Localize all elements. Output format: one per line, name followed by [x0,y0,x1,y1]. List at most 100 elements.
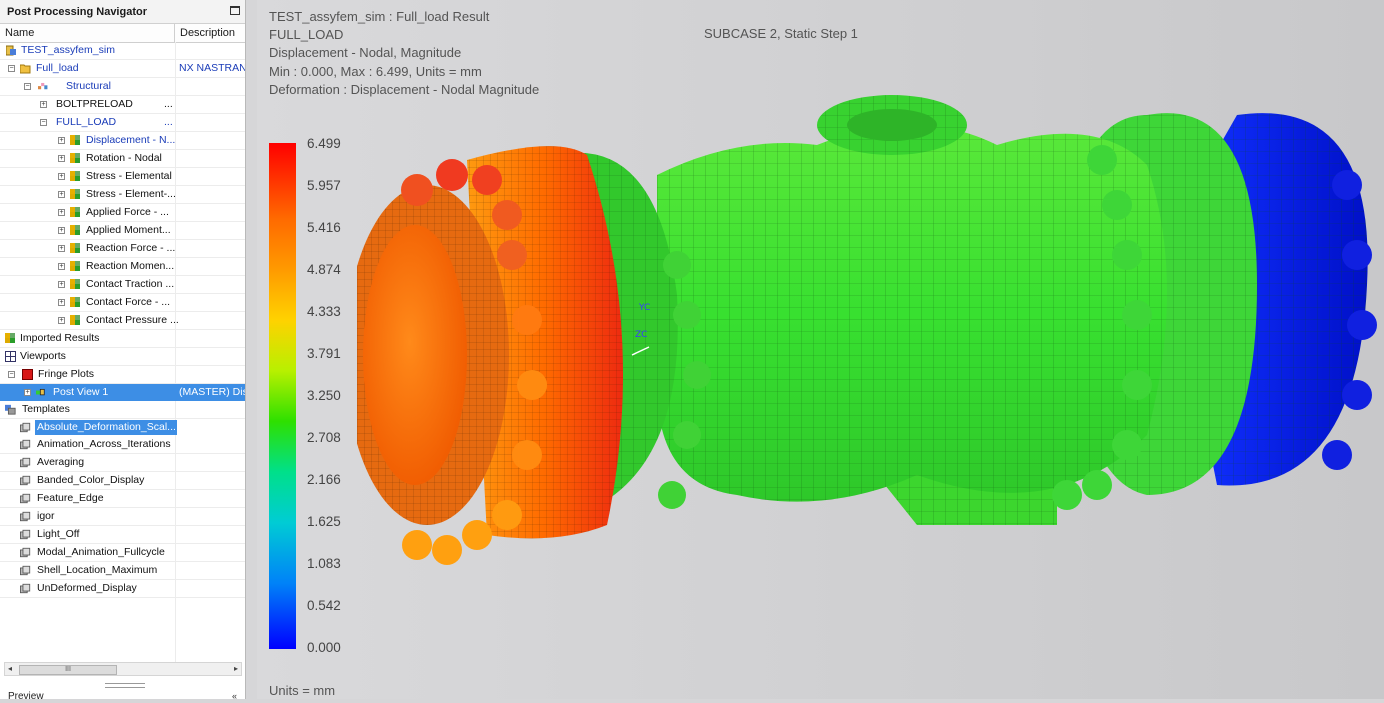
tree-item-template-shell-location[interactable]: Shell_Location_Maximum [0,562,245,580]
navigator-title-bar: Post Processing Navigator [0,0,245,24]
tree-item-description: NX NASTRAN, [179,62,245,74]
tree-item-label: Imported Results [20,332,100,344]
tree-item-stress-element-nodal[interactable]: + Stress - Element-... [0,186,245,204]
result-icon [70,153,80,163]
tree-item-label: Absolute_Deformation_Scal... [35,420,177,435]
scrollbar-thumb[interactable]: III [19,665,117,675]
tree-item-sim[interactable]: TEST_assyfem_sim [0,42,245,60]
tree-item-template-feature-edge[interactable]: Feature_Edge [0,490,245,508]
tree-item-label: BOLTPRELOAD [56,98,133,110]
expand-icon[interactable]: + [58,191,65,198]
expand-icon[interactable]: + [58,155,65,162]
result-icon [70,171,80,181]
tree-item-templates[interactable]: Templates [0,401,245,419]
tree-item-ellipsis[interactable]: ... [162,97,175,112]
imported-results-icon [5,333,15,343]
expand-icon[interactable]: + [58,209,65,216]
collapse-icon[interactable]: − [24,83,31,90]
tree-item-boltpreload[interactable]: + BOLTPRELOAD ... [0,96,245,114]
template-icon [20,565,31,576]
tree-item-reaction-force[interactable]: + Reaction Force - ... [0,240,245,258]
collapse-icon[interactable]: − [8,65,15,72]
collapse-icon[interactable]: − [8,371,15,378]
tree-item-template-light-off[interactable]: Light_Off [0,526,245,544]
tree-item-structural[interactable]: − Structural [0,78,245,96]
column-name[interactable]: Name [0,24,175,42]
tree-item-post-view-1[interactable]: + Post View 1 (MASTER) Disp [0,384,245,401]
expand-icon[interactable]: + [58,281,65,288]
tree-item-label: Modal_Animation_Fullcycle [37,546,165,558]
tree-item-template-banded[interactable]: Banded_Color_Display [0,472,245,490]
tree-item-label: Displacement - N... [86,134,176,146]
tree-item-label: Stress - Element-... [86,188,176,200]
result-icon [70,225,80,235]
tree-item-fringe-plots[interactable]: − Fringe Plots [0,366,245,384]
expand-icon[interactable]: + [58,227,65,234]
tree-item-label: Contact Pressure ... [86,314,179,326]
tree-item-viewports[interactable]: Viewports [0,348,245,366]
tree-item-label: FULL_LOAD [56,116,117,128]
tree-item-template-modal-animation[interactable]: Modal_Animation_Fullcycle [0,544,245,562]
legend-tick-label: 3.250 [307,388,341,403]
tree-item-full-load[interactable]: − Full_load NX NASTRAN, [0,60,245,78]
preview-collapse-icon[interactable]: « [232,689,237,703]
collapse-icon[interactable]: − [40,119,47,126]
expand-icon[interactable]: + [58,137,65,144]
horizontal-scrollbar[interactable]: ◂ III ▸ [4,662,242,676]
template-icon [20,457,31,468]
tree-item-reaction-moment[interactable]: + Reaction Momen... [0,258,245,276]
tree-item-stress-elemental[interactable]: + Stress - Elemental [0,168,245,186]
expand-icon[interactable]: + [24,389,31,396]
column-description[interactable]: Description [175,24,245,42]
tree-item-imported-results[interactable]: Imported Results [0,330,245,348]
graphics-viewport[interactable]: TEST_assyfem_sim : Full_load Result FULL… [257,0,1384,699]
template-icon [20,493,31,504]
post-processing-navigator: Post Processing Navigator Name Descripti… [0,0,246,701]
legend-tick-label: 2.166 [307,472,341,487]
result-icon [70,261,80,271]
tree-item-template-absolute-deformation[interactable]: Absolute_Deformation_Scal... [0,419,245,436]
scroll-left-arrow-icon[interactable]: ◂ [8,663,12,675]
tree-item-applied-moment[interactable]: + Applied Moment... [0,222,245,240]
panel-resize-grip[interactable] [105,683,145,688]
maximize-icon[interactable] [230,6,240,15]
tree-item-label: Templates [22,403,70,415]
scroll-right-arrow-icon[interactable]: ▸ [234,663,238,675]
expand-icon[interactable]: + [40,101,47,108]
tree-item-label: Applied Force - ... [86,206,169,218]
load-case-label: FULL_LOAD [269,27,344,43]
expand-icon[interactable]: + [58,245,65,252]
expand-icon[interactable]: + [58,263,65,270]
tree-item-template-undeformed[interactable]: UnDeformed_Display [0,580,245,598]
tree-item-template-averaging[interactable]: Averaging [0,454,245,472]
tree-item-displacement[interactable]: + Displacement - N... [0,132,245,150]
tree-item-contact-force[interactable]: + Contact Force - ... [0,294,245,312]
tree-item-label: UnDeformed_Display [37,582,137,594]
column-header: Name Description [0,24,245,43]
result-icon [70,297,80,307]
tree-item-label: Contact Traction ... [86,278,175,290]
tree-item-template-animation[interactable]: Animation_Across_Iterations [0,436,245,454]
templates-icon [5,404,16,415]
legend-tick-label: 6.499 [307,136,341,151]
tree-item-label: Contact Force - ... [86,296,171,308]
template-icon [20,547,31,558]
expand-icon[interactable]: + [58,317,65,324]
legend-tick-label: 5.957 [307,178,341,193]
legend-tick-label: 4.333 [307,304,341,319]
expand-icon[interactable]: + [58,173,65,180]
expand-icon[interactable]: + [58,299,65,306]
tree-item-applied-force[interactable]: + Applied Force - ... [0,204,245,222]
tree-item-rotation[interactable]: + Rotation - Nodal [0,150,245,168]
tree-item-full-load-step[interactable]: − FULL_LOAD ... [0,114,245,132]
tree-item-template-igor[interactable]: igor [0,508,245,526]
tree-item-contact-pressure[interactable]: + Contact Pressure ... [0,312,245,330]
structural-icon [38,82,48,90]
tree-item-ellipsis[interactable]: ... [162,115,175,130]
preview-section-label[interactable]: Preview [0,689,245,699]
tree-item-contact-traction[interactable]: + Contact Traction ... [0,276,245,294]
viewports-icon [5,351,16,362]
legend-tick-label: 1.625 [307,514,341,529]
color-legend-bar [269,143,296,649]
triad-yc-label: YC [638,303,650,313]
